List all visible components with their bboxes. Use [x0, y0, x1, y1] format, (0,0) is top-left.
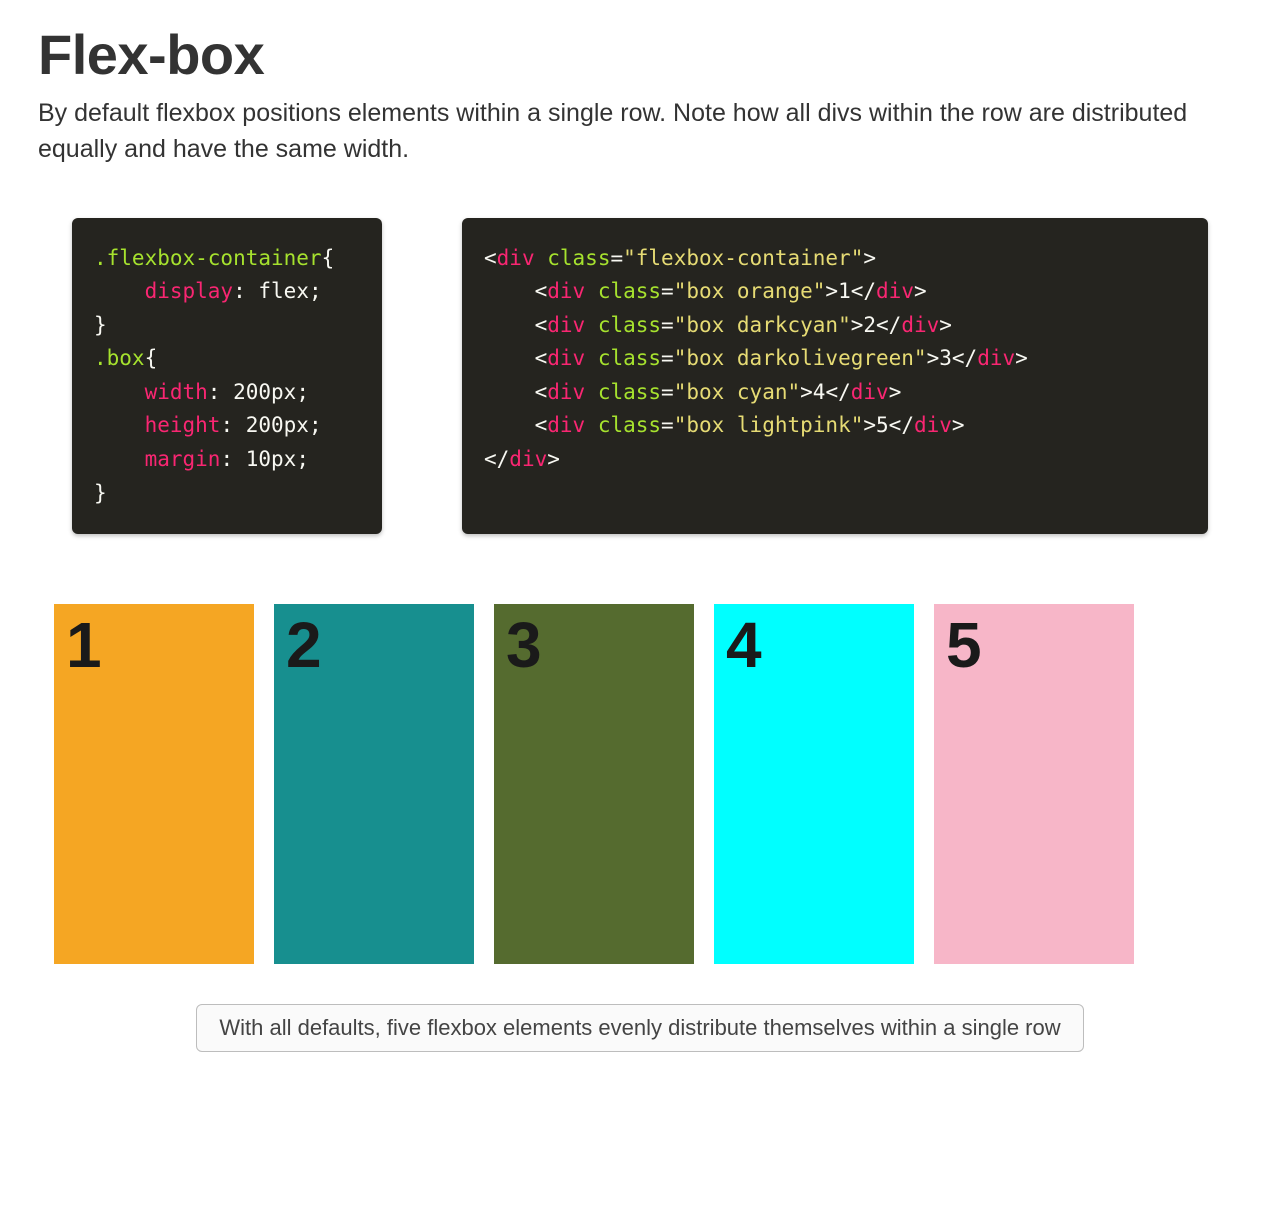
css-selector: .box: [94, 346, 145, 370]
css-val: flex: [258, 279, 309, 303]
css-val: 200px: [233, 380, 296, 404]
page-description: By default flexbox positions elements wi…: [38, 95, 1242, 168]
css-prop: width: [145, 380, 208, 404]
css-prop: display: [145, 279, 234, 303]
brace: {: [322, 246, 335, 270]
brace: }: [94, 481, 107, 505]
attr-val: "flexbox-container": [623, 246, 863, 270]
box-cyan: 4: [714, 604, 914, 964]
brace: }: [94, 313, 107, 337]
box-lightpink: 5: [934, 604, 1134, 964]
caption-row: With all defaults, five flexbox elements…: [38, 1004, 1242, 1052]
box-orange: 1: [54, 604, 254, 964]
brace: {: [145, 346, 158, 370]
css-val: 10px: [246, 447, 297, 471]
figure-caption: With all defaults, five flexbox elements…: [196, 1004, 1083, 1052]
code-row: .flexbox-container{ display: flex; } .bo…: [38, 218, 1242, 535]
css-prop: margin: [145, 447, 221, 471]
css-code-block: .flexbox-container{ display: flex; } .bo…: [72, 218, 382, 535]
attr: class: [547, 246, 610, 270]
html-code-block: <div class="flexbox-container"> <div cla…: [462, 218, 1208, 535]
box-darkolivegreen: 3: [494, 604, 694, 964]
tag: div: [497, 246, 535, 270]
css-val: 200px: [246, 413, 309, 437]
flexbox-demo-container: 1 2 3 4 5: [38, 594, 1242, 974]
box-darkcyan: 2: [274, 604, 474, 964]
css-selector: .flexbox-container: [94, 246, 322, 270]
page-title: Flex-box: [38, 22, 1242, 87]
css-prop: height: [145, 413, 221, 437]
